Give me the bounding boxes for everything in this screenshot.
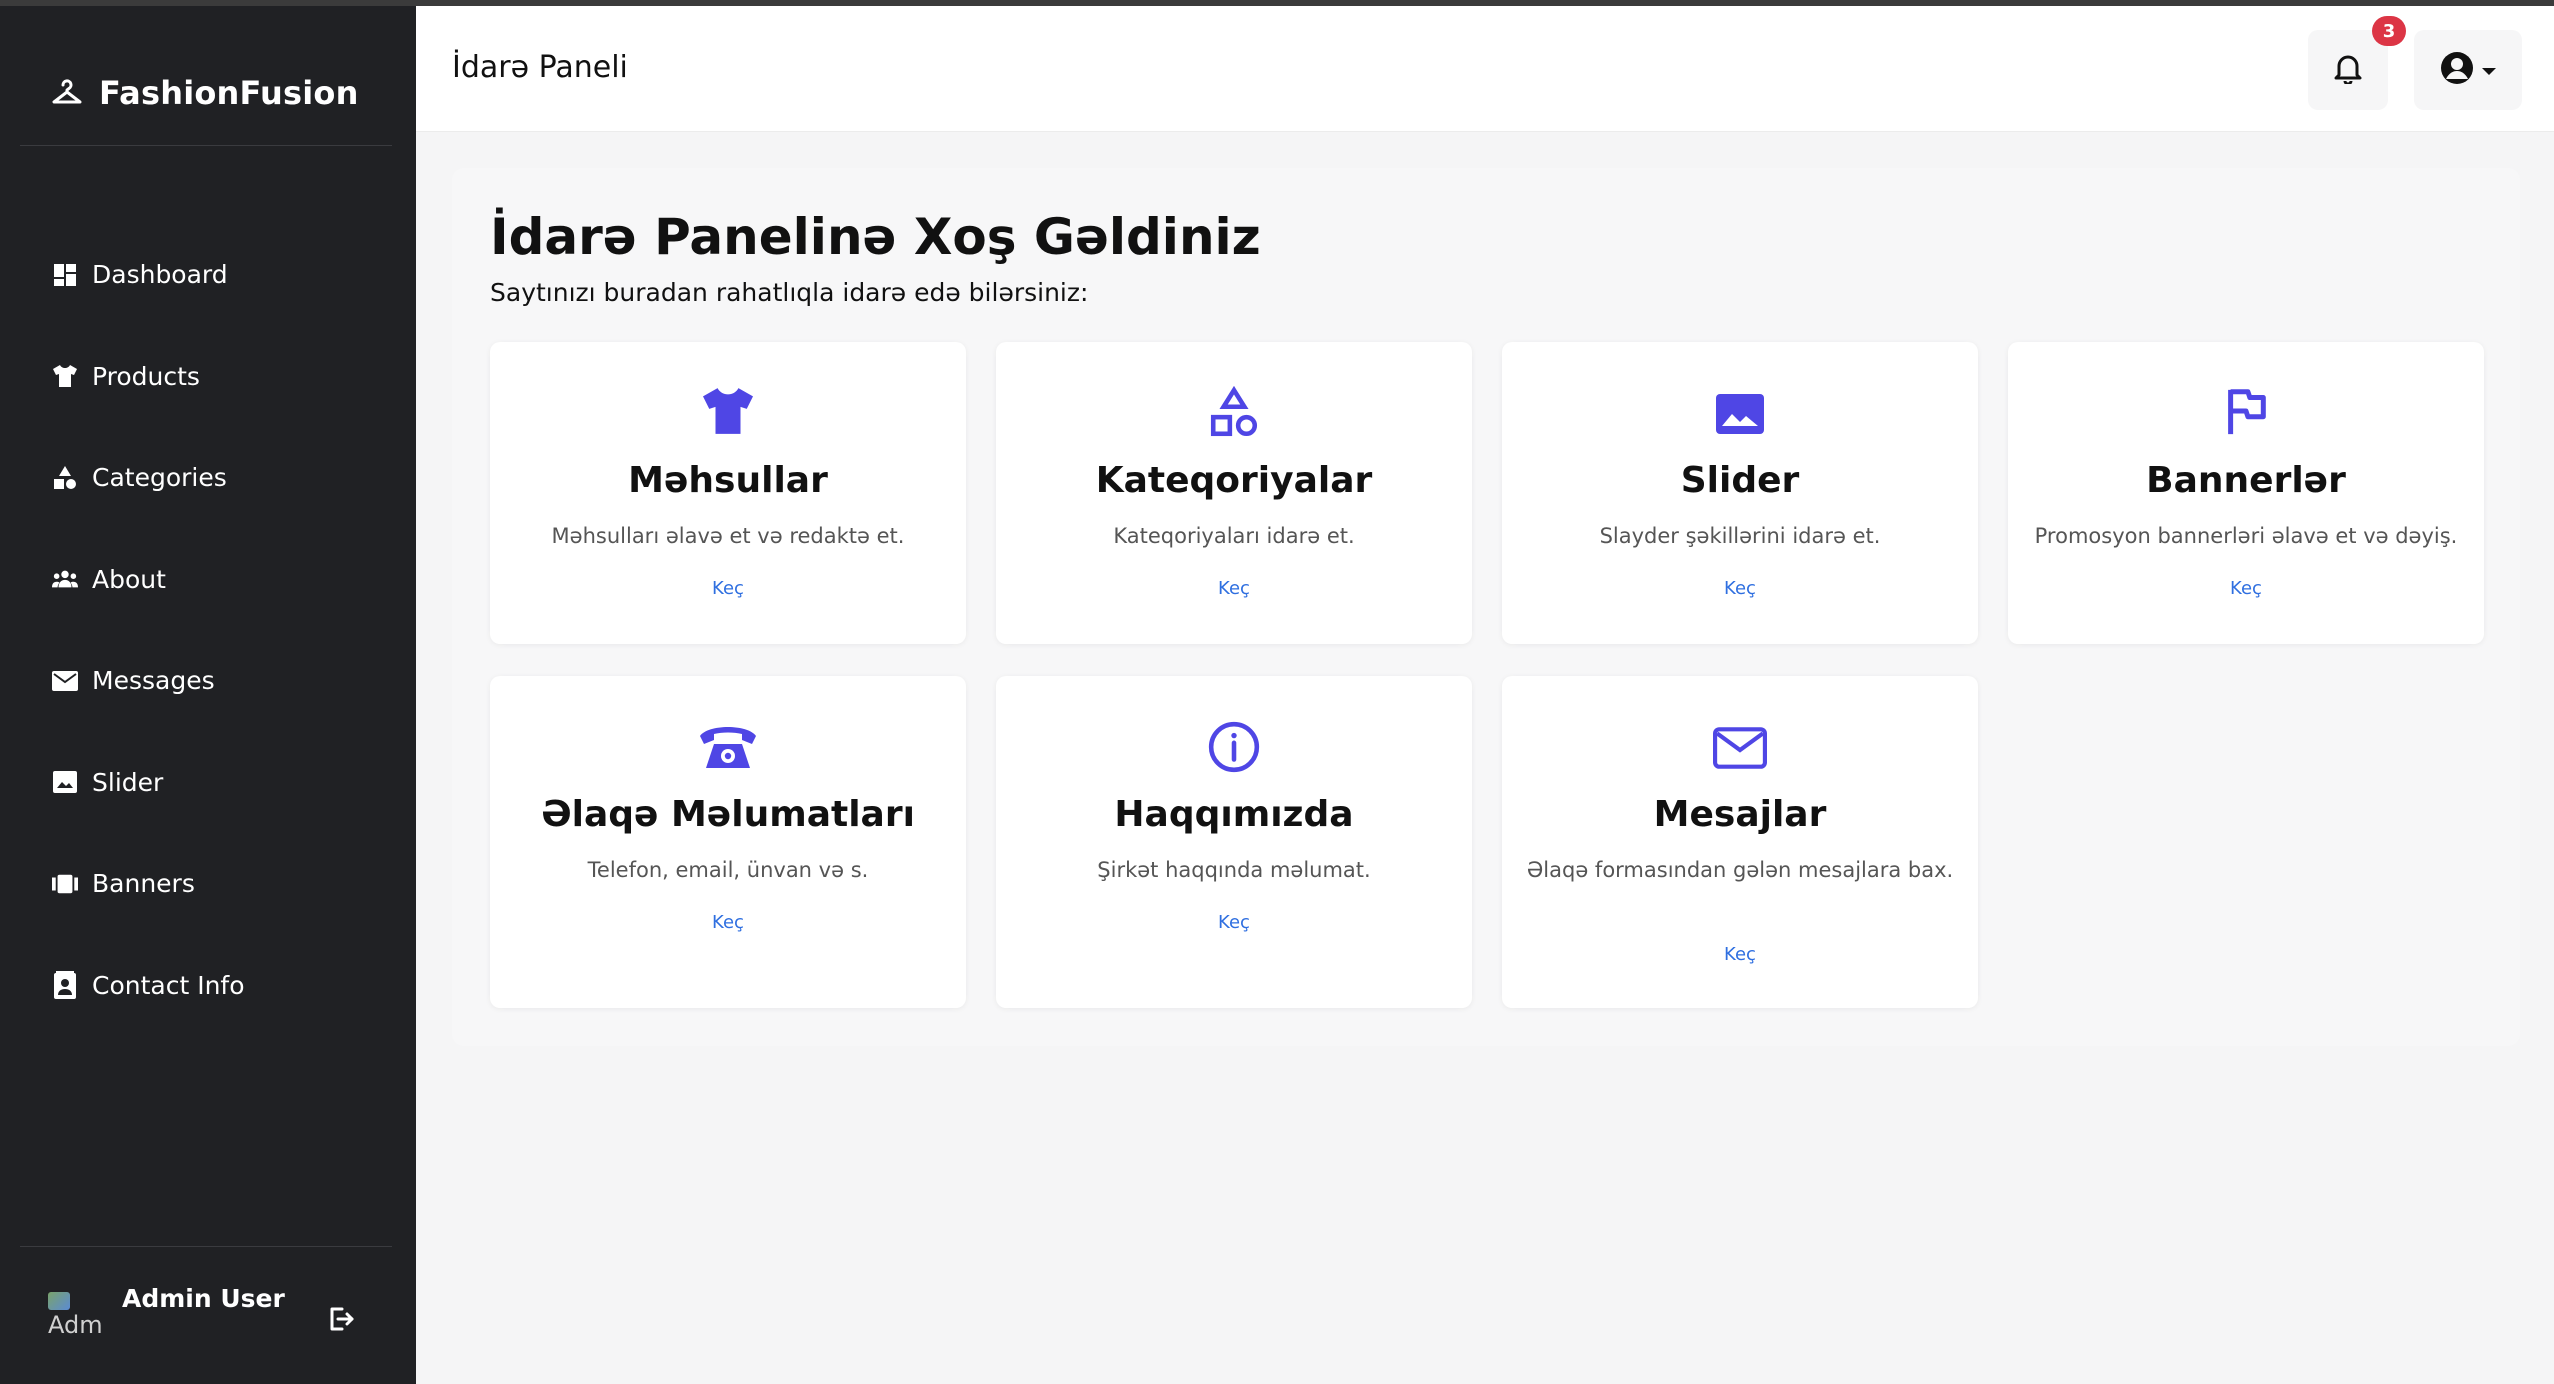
card-link[interactable]: Keç <box>490 578 966 599</box>
flag-icon <box>2008 386 2484 446</box>
card-slider: Slider Slayder şəkillərini idarə et. Keç <box>1502 342 1978 644</box>
main-panel: İdarə Panelinə Xoş Gəldiniz Saytınızı bu… <box>452 168 2520 1046</box>
card-link[interactable]: Keç <box>1502 578 1978 599</box>
sidebar-item-label: Slider <box>92 767 164 797</box>
card-title: Kateqoriyalar <box>1095 460 1373 501</box>
banner-icon <box>52 871 78 897</box>
tshirt-icon <box>490 386 966 446</box>
card-title: Əlaqə Məlumatları <box>541 794 915 835</box>
card-description: Slayder şəkillərini idarə et. <box>1599 524 1881 548</box>
card-link[interactable]: Keç <box>1502 944 1978 965</box>
brand[interactable]: FashionFusion <box>49 68 359 118</box>
sidebar-item-label: Contact Info <box>92 970 245 1000</box>
bell-icon <box>2333 52 2363 88</box>
sidebar-divider <box>20 1246 392 1247</box>
hanger-icon <box>49 75 85 111</box>
card-title: Bannerlər <box>2146 460 2346 501</box>
contact-card-icon <box>52 971 78 1000</box>
user-menu-button[interactable] <box>2414 30 2522 110</box>
brand-name: FashionFusion <box>99 74 359 112</box>
sidebar: FashionFusion Dashboard Products Categor… <box>0 6 416 1384</box>
sidebar-item-slider[interactable]: Slider <box>0 732 416 834</box>
page-title: İdarə Paneli <box>452 50 628 85</box>
sidebar-item-label: Banners <box>92 869 195 899</box>
sidebar-item-banners[interactable]: Banners <box>0 833 416 935</box>
card-link[interactable]: Keç <box>490 912 966 933</box>
sidebar-user: Adm Admin User <box>48 1276 368 1356</box>
card-products: Məhsullar Məhsulları əlavə et və redaktə… <box>490 342 966 644</box>
user-name: Admin User <box>122 1284 285 1313</box>
sidebar-item-label: Messages <box>92 666 215 696</box>
sidebar-item-messages[interactable]: Messages <box>0 630 416 732</box>
notification-badge: 3 <box>2372 16 2406 46</box>
card-messages: Mesajlar Əlaqə formasından gələn mesajla… <box>1502 676 1978 1008</box>
sidebar-item-label: Products <box>92 361 200 391</box>
sidebar-item-contact-info[interactable]: Contact Info <box>0 935 416 1037</box>
sidebar-nav: Dashboard Products Categories About Mess… <box>0 224 416 1036</box>
card-title: Slider <box>1680 460 1800 501</box>
phone-icon <box>490 720 966 780</box>
info-icon <box>996 720 1472 780</box>
logout-icon[interactable] <box>328 1306 358 1336</box>
card-description: Şirkət haqqında məlumat. <box>1097 858 1371 882</box>
card-link[interactable]: Keç <box>996 912 1472 933</box>
card-link[interactable]: Keç <box>2008 578 2484 599</box>
card-about: Haqqımızda Şirkət haqqında məlumat. Keç <box>996 676 1472 1008</box>
top-header: İdarə Paneli 3 <box>416 6 2554 132</box>
dashboard-icon <box>52 262 78 288</box>
sidebar-divider <box>20 145 392 146</box>
sidebar-item-products[interactable]: Products <box>0 326 416 428</box>
envelope-icon <box>52 668 78 694</box>
users-icon <box>52 566 78 592</box>
broken-image-icon <box>48 1292 70 1310</box>
sidebar-item-dashboard[interactable]: Dashboard <box>0 224 416 326</box>
card-link[interactable]: Keç <box>996 578 1472 599</box>
card-banners: Bannerlər Promosyon bannerləri əlavə et … <box>2008 342 2484 644</box>
shapes-icon <box>996 386 1472 446</box>
card-description: Kateqoriyaları idarə et. <box>1113 524 1355 548</box>
card-title: Məhsullar <box>628 460 828 501</box>
tshirt-icon <box>52 363 78 389</box>
sidebar-item-about[interactable]: About <box>0 529 416 631</box>
sidebar-item-label: Dashboard <box>92 260 228 290</box>
avatar-alt-text: Adm <box>48 1311 103 1339</box>
user-circle-icon <box>2440 51 2474 89</box>
card-title: Mesajlar <box>1653 794 1827 835</box>
card-description: Telefon, email, ünvan və s. <box>587 858 869 882</box>
sidebar-item-label: Categories <box>92 463 227 493</box>
sidebar-item-categories[interactable]: Categories <box>0 427 416 529</box>
caret-down-icon <box>2482 61 2496 80</box>
shapes-icon <box>52 465 78 491</box>
sidebar-item-label: About <box>92 564 166 594</box>
card-contact-info: Əlaqə Məlumatları Telefon, email, ünvan … <box>490 676 966 1008</box>
envelope-icon <box>1502 720 1978 780</box>
image-icon <box>1502 386 1978 446</box>
image-icon <box>52 769 78 795</box>
card-description: Əlaqə formasından gələn mesajlara bax. <box>1526 858 1954 882</box>
welcome-title: İdarə Panelinə Xoş Gəldiniz <box>490 208 1261 266</box>
avatar[interactable]: Adm <box>48 1292 108 1346</box>
card-categories: Kateqoriyalar Kateqoriyaları idarə et. K… <box>996 342 1472 644</box>
card-description: Promosyon bannerləri əlavə et və dəyiş. <box>2034 524 2458 548</box>
welcome-subtitle: Saytınızı buradan rahatlıqla idarə edə b… <box>490 278 1089 307</box>
card-description: Məhsulları əlavə et və redaktə et. <box>551 524 905 548</box>
card-title: Haqqımızda <box>1114 794 1354 835</box>
